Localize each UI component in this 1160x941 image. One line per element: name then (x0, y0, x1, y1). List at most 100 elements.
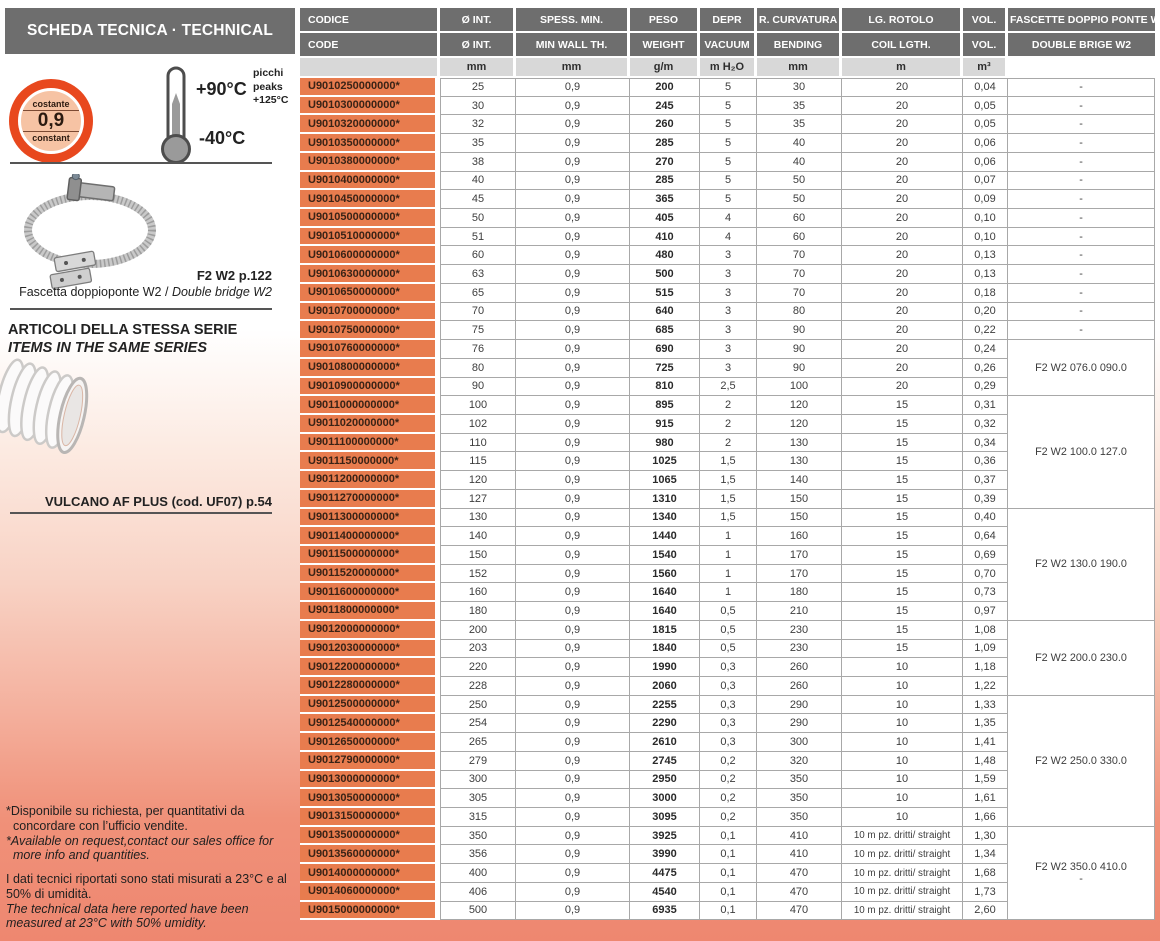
table-row: U9010300000000*300,9245535200,05- (300, 97, 1155, 116)
coil-cell: 20 (842, 265, 963, 284)
code-cell: U9011800000000* (300, 602, 440, 621)
fascette-cell: - (1008, 78, 1155, 97)
bending-cell: 260 (757, 677, 842, 696)
bending-cell: 70 (757, 246, 842, 265)
weight-cell: 260 (630, 115, 700, 134)
clamp-reference: F2 W2 p.122 (0, 268, 272, 283)
code-cell: U9013560000000* (300, 845, 440, 864)
diameter-cell: 80 (440, 359, 516, 378)
code-cell: U9010250000000* (300, 78, 440, 97)
volume-cell: 0,31 (963, 396, 1008, 415)
bending-cell: 35 (757, 97, 842, 116)
vacuum-cell: 0,1 (700, 902, 757, 921)
vacuum-cell: 2 (700, 434, 757, 453)
diameter-cell: 130 (440, 509, 516, 528)
diameter-cell: 38 (440, 153, 516, 172)
header-row: CODEØ INT.MIN WALL TH.WEIGHTVACUUMBENDIN… (300, 33, 1155, 58)
wall-cell: 0,9 (516, 677, 630, 696)
vacuum-cell: 2 (700, 415, 757, 434)
vacuum-cell: 1,5 (700, 471, 757, 490)
unit-cell (300, 58, 440, 78)
vacuum-cell: 3 (700, 246, 757, 265)
table-row: U9010350000000*350,9285540200,06- (300, 134, 1155, 153)
coil-cell: 10 (842, 733, 963, 752)
clamp-caption-en: Double bridge W2 (172, 285, 272, 299)
volume-cell: 1,30 (963, 827, 1008, 846)
vacuum-cell: 0,5 (700, 602, 757, 621)
bending-cell: 150 (757, 509, 842, 528)
wall-cell: 0,9 (516, 340, 630, 359)
page-title: SCHEDA TECNICA · TECHNICAL DATA (5, 8, 295, 54)
bending-cell: 70 (757, 284, 842, 303)
volume-cell: 1,66 (963, 808, 1008, 827)
coil-cell: 10 (842, 714, 963, 733)
code-cell: U9010300000000* (300, 97, 440, 116)
weight-cell: 3990 (630, 845, 700, 864)
wall-cell: 0,9 (516, 864, 630, 883)
coil-cell: 20 (842, 228, 963, 247)
volume-cell: 1,22 (963, 677, 1008, 696)
volume-cell: 0,20 (963, 303, 1008, 322)
bending-cell: 210 (757, 602, 842, 621)
diameter-cell: 150 (440, 546, 516, 565)
fascette-cell: - (1008, 190, 1155, 209)
volume-cell: 1,61 (963, 789, 1008, 808)
vacuum-cell: 0,1 (700, 883, 757, 902)
volume-cell: 1,41 (963, 733, 1008, 752)
coil-cell: 10 (842, 771, 963, 790)
wall-cell: 0,9 (516, 228, 630, 247)
table-row: U9012000000000*2000,918150,5230151,08F2 … (300, 621, 1155, 640)
diameter-cell: 203 (440, 640, 516, 659)
unit-cell: mm (516, 58, 630, 78)
weight-cell: 410 (630, 228, 700, 247)
col-header: Ø INT. (440, 33, 516, 58)
wall-cell: 0,9 (516, 321, 630, 340)
table-row: U9010500000000*500,9405460200,10- (300, 209, 1155, 228)
table-row: U9010250000000*250,9200530200,04- (300, 78, 1155, 97)
weight-cell: 1065 (630, 471, 700, 490)
fascette-cell: - (1008, 134, 1155, 153)
weight-cell: 1560 (630, 565, 700, 584)
spec-table-body: U9010250000000*250,9200530200,04-U901030… (300, 78, 1155, 920)
table-row: U9010320000000*320,9260535200,05- (300, 115, 1155, 134)
diameter-cell: 40 (440, 172, 516, 191)
vacuum-cell: 3 (700, 359, 757, 378)
diameter-cell: 350 (440, 827, 516, 846)
weight-cell: 285 (630, 172, 700, 191)
fascette-cell: - (1008, 209, 1155, 228)
wall-cell: 0,9 (516, 827, 630, 846)
bending-cell: 90 (757, 359, 842, 378)
coil-cell: 20 (842, 97, 963, 116)
code-cell: U9012000000000* (300, 621, 440, 640)
col-header: WEIGHT (630, 33, 700, 58)
vacuum-cell: 0,5 (700, 640, 757, 659)
bending-cell: 410 (757, 827, 842, 846)
coil-cell: 15 (842, 396, 963, 415)
vacuum-cell: 2,5 (700, 378, 757, 397)
diameter-cell: 45 (440, 190, 516, 209)
vacuum-cell: 5 (700, 153, 757, 172)
code-cell: U9010510000000* (300, 228, 440, 247)
vacuum-cell: 0,2 (700, 789, 757, 808)
coil-cell: 20 (842, 321, 963, 340)
weight-cell: 810 (630, 378, 700, 397)
fascette-cell: F2 W2 100.0 127.0 (1008, 396, 1155, 508)
vacuum-cell: 1,5 (700, 490, 757, 509)
bending-cell: 470 (757, 902, 842, 921)
divider (10, 308, 272, 310)
diameter-cell: 120 (440, 471, 516, 490)
code-cell: U9010700000000* (300, 303, 440, 322)
bending-cell: 230 (757, 621, 842, 640)
diameter-cell: 250 (440, 696, 516, 715)
coil-cell: 10 m pz. dritti/ straight (842, 845, 963, 864)
code-cell: U9012280000000* (300, 677, 440, 696)
wall-cell: 0,9 (516, 546, 630, 565)
diameter-cell: 406 (440, 883, 516, 902)
unit-cell: m³ (963, 58, 1008, 78)
weight-cell: 500 (630, 265, 700, 284)
wall-cell: 0,9 (516, 565, 630, 584)
coil-cell: 15 (842, 509, 963, 528)
fascette-label: F2 W2 250.0 330.0 (1008, 755, 1154, 767)
diameter-cell: 115 (440, 452, 516, 471)
wall-cell: 0,9 (516, 172, 630, 191)
